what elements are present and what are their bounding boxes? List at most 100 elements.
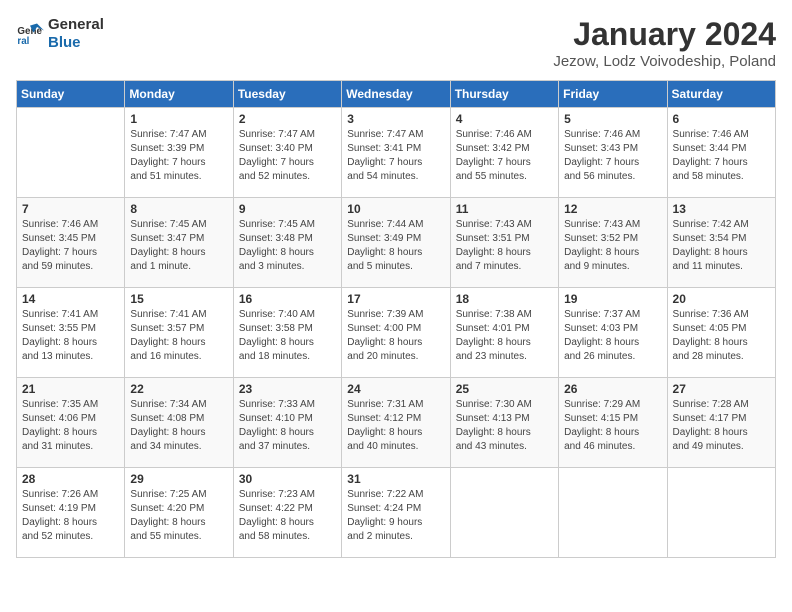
day-info: Sunrise: 7:45 AM Sunset: 3:47 PM Dayligh… <box>130 218 227 274</box>
day-info: Sunrise: 7:43 AM Sunset: 3:52 PM Dayligh… <box>564 218 661 274</box>
day-info: Sunrise: 7:39 AM Sunset: 4:00 PM Dayligh… <box>347 308 444 364</box>
day-info: Sunrise: 7:37 AM Sunset: 4:03 PM Dayligh… <box>564 308 661 364</box>
title-area: January 2024 Jezow, Lodz Voivodeship, Po… <box>553 16 776 70</box>
day-number: 1 <box>130 112 227 126</box>
col-header-monday: Monday <box>125 81 233 108</box>
day-cell: 20Sunrise: 7:36 AM Sunset: 4:05 PM Dayli… <box>667 288 775 378</box>
day-number: 16 <box>239 292 336 306</box>
day-info: Sunrise: 7:34 AM Sunset: 4:08 PM Dayligh… <box>130 398 227 454</box>
day-number: 14 <box>22 292 119 306</box>
day-number: 15 <box>130 292 227 306</box>
day-number: 7 <box>22 202 119 216</box>
logo-text-line1: General <box>48 16 104 34</box>
col-header-wednesday: Wednesday <box>342 81 450 108</box>
day-cell: 15 Sunrise: 7:41 AM Sunset: 3:57 PM Dayli… <box>125 288 233 378</box>
day-number: 6 <box>673 112 770 126</box>
day-info: Sunrise: 7:29 AM Sunset: 4:15 PM Dayligh… <box>564 398 661 454</box>
day-cell: 10Sunrise: 7:44 AM Sunset: 3:49 PM Dayli… <box>342 198 450 288</box>
week-row-1: 1 Sunrise: 7:47 AM Sunset: 3:39 PM Daylig… <box>17 108 776 198</box>
col-header-friday: Friday <box>559 81 667 108</box>
logo-text-line2: Blue <box>48 34 104 52</box>
day-info: Sunrise: 7:31 AM Sunset: 4:12 PM Dayligh… <box>347 398 444 454</box>
day-info: Sunrise: 7:43 AM Sunset: 3:51 PM Dayligh… <box>456 218 553 274</box>
calendar-subtitle: Jezow, Lodz Voivodeship, Poland <box>553 53 776 70</box>
day-info: Sunrise: 7:26 AM Sunset: 4:19 PM Dayligh… <box>22 488 119 544</box>
day-cell: 7 Sunrise: 7:46 AM Sunset: 3:45 PM Daylig… <box>17 198 125 288</box>
day-cell: 13 Sunrise: 7:42 AM Sunset: 3:54 PM Dayli… <box>667 198 775 288</box>
day-number: 28 <box>22 472 119 486</box>
day-info: Sunrise: 7:41 AM Sunset: 3:55 PM Dayligh… <box>22 308 119 364</box>
day-info: Sunrise: 7:28 AM Sunset: 4:17 PM Dayligh… <box>673 398 770 454</box>
day-info: Sunrise: 7:46 AM Sunset: 3:45 PM Dayligh… <box>22 218 119 274</box>
day-info: Sunrise: 7:46 AM Sunset: 3:44 PM Dayligh… <box>673 128 770 184</box>
day-cell: 2 Sunrise: 7:47 AM Sunset: 3:40 PM Daylig… <box>233 108 341 198</box>
day-number: 3 <box>347 112 444 126</box>
day-number: 26 <box>564 382 661 396</box>
day-cell: 31 Sunrise: 7:22 AM Sunset: 4:24 PM Dayli… <box>342 468 450 558</box>
day-cell: 28 Sunrise: 7:26 AM Sunset: 4:19 PM Dayli… <box>17 468 125 558</box>
col-header-saturday: Saturday <box>667 81 775 108</box>
day-cell: 3 Sunrise: 7:47 AM Sunset: 3:41 PM Daylig… <box>342 108 450 198</box>
day-info: Sunrise: 7:46 AM Sunset: 3:43 PM Dayligh… <box>564 128 661 184</box>
logo-icon: Gene ral <box>16 20 44 48</box>
day-cell <box>559 468 667 558</box>
calendar-table: SundayMondayTuesdayWednesdayThursdayFrid… <box>16 80 776 558</box>
day-cell: 1 Sunrise: 7:47 AM Sunset: 3:39 PM Daylig… <box>125 108 233 198</box>
col-header-tuesday: Tuesday <box>233 81 341 108</box>
day-number: 8 <box>130 202 227 216</box>
day-cell <box>17 108 125 198</box>
day-number: 17 <box>347 292 444 306</box>
svg-text:ral: ral <box>17 36 29 47</box>
day-cell: 24 Sunrise: 7:31 AM Sunset: 4:12 PM Dayli… <box>342 378 450 468</box>
day-info: Sunrise: 7:22 AM Sunset: 4:24 PM Dayligh… <box>347 488 444 544</box>
week-row-5: 28 Sunrise: 7:26 AM Sunset: 4:19 PM Dayli… <box>17 468 776 558</box>
day-cell: 9 Sunrise: 7:45 AM Sunset: 3:48 PM Daylig… <box>233 198 341 288</box>
day-number: 12 <box>564 202 661 216</box>
col-header-sunday: Sunday <box>17 81 125 108</box>
day-info: Sunrise: 7:47 AM Sunset: 3:40 PM Dayligh… <box>239 128 336 184</box>
day-cell: 30Sunrise: 7:23 AM Sunset: 4:22 PM Dayli… <box>233 468 341 558</box>
day-number: 23 <box>239 382 336 396</box>
day-number: 9 <box>239 202 336 216</box>
day-info: Sunrise: 7:45 AM Sunset: 3:48 PM Dayligh… <box>239 218 336 274</box>
day-info: Sunrise: 7:46 AM Sunset: 3:42 PM Dayligh… <box>456 128 553 184</box>
day-cell <box>667 468 775 558</box>
day-info: Sunrise: 7:41 AM Sunset: 3:57 PM Dayligh… <box>130 308 227 364</box>
day-number: 11 <box>456 202 553 216</box>
day-number: 5 <box>564 112 661 126</box>
day-number: 24 <box>347 382 444 396</box>
col-header-thursday: Thursday <box>450 81 558 108</box>
day-number: 27 <box>673 382 770 396</box>
day-info: Sunrise: 7:47 AM Sunset: 3:39 PM Dayligh… <box>130 128 227 184</box>
day-cell: 12 Sunrise: 7:43 AM Sunset: 3:52 PM Dayli… <box>559 198 667 288</box>
day-info: Sunrise: 7:42 AM Sunset: 3:54 PM Dayligh… <box>673 218 770 274</box>
day-info: Sunrise: 7:35 AM Sunset: 4:06 PM Dayligh… <box>22 398 119 454</box>
week-row-2: 7 Sunrise: 7:46 AM Sunset: 3:45 PM Daylig… <box>17 198 776 288</box>
week-row-4: 21Sunrise: 7:35 AM Sunset: 4:06 PM Dayli… <box>17 378 776 468</box>
day-cell: 23Sunrise: 7:33 AM Sunset: 4:10 PM Dayli… <box>233 378 341 468</box>
day-number: 20 <box>673 292 770 306</box>
day-cell: 22 Sunrise: 7:34 AM Sunset: 4:08 PM Dayli… <box>125 378 233 468</box>
day-number: 18 <box>456 292 553 306</box>
day-number: 22 <box>130 382 227 396</box>
day-number: 31 <box>347 472 444 486</box>
day-cell: 18Sunrise: 7:38 AM Sunset: 4:01 PM Dayli… <box>450 288 558 378</box>
header-row: SundayMondayTuesdayWednesdayThursdayFrid… <box>17 81 776 108</box>
day-cell: 6 Sunrise: 7:46 AM Sunset: 3:44 PM Daylig… <box>667 108 775 198</box>
day-number: 2 <box>239 112 336 126</box>
day-cell: 29 Sunrise: 7:25 AM Sunset: 4:20 PM Dayli… <box>125 468 233 558</box>
day-number: 25 <box>456 382 553 396</box>
day-number: 30 <box>239 472 336 486</box>
day-info: Sunrise: 7:30 AM Sunset: 4:13 PM Dayligh… <box>456 398 553 454</box>
day-number: 29 <box>130 472 227 486</box>
day-number: 13 <box>673 202 770 216</box>
day-info: Sunrise: 7:47 AM Sunset: 3:41 PM Dayligh… <box>347 128 444 184</box>
day-cell: 11 Sunrise: 7:43 AM Sunset: 3:51 PM Dayli… <box>450 198 558 288</box>
day-cell: 16Sunrise: 7:40 AM Sunset: 3:58 PM Dayli… <box>233 288 341 378</box>
day-info: Sunrise: 7:25 AM Sunset: 4:20 PM Dayligh… <box>130 488 227 544</box>
day-cell: 17 Sunrise: 7:39 AM Sunset: 4:00 PM Dayli… <box>342 288 450 378</box>
day-number: 4 <box>456 112 553 126</box>
day-cell: 21Sunrise: 7:35 AM Sunset: 4:06 PM Dayli… <box>17 378 125 468</box>
day-number: 19 <box>564 292 661 306</box>
day-cell: 5 Sunrise: 7:46 AM Sunset: 3:43 PM Daylig… <box>559 108 667 198</box>
